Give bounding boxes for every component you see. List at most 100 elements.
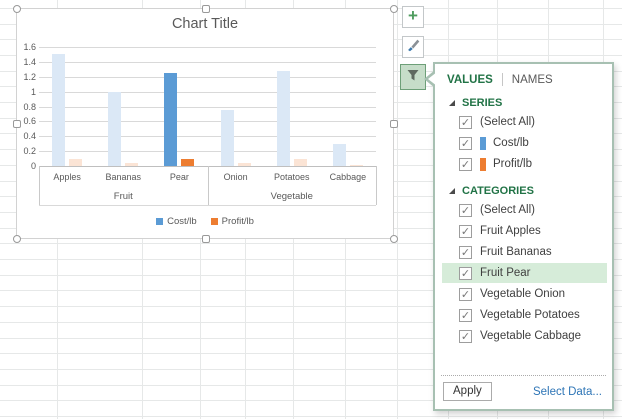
checkbox-fruit-bananas[interactable]: ✓ (459, 245, 472, 259)
filter-item-select-all[interactable]: ✓ (Select All) (442, 112, 607, 132)
category-label: Bananas (105, 172, 142, 182)
category-label: Onion (223, 172, 248, 182)
series-section-header[interactable]: SERIES (449, 97, 612, 109)
grid-row-line (0, 416, 622, 417)
filter-item-label: (Select All) (480, 116, 535, 128)
filter-item-vegetable-onion[interactable]: ✓ Vegetable Onion (442, 284, 607, 304)
chart-gridline (39, 47, 376, 48)
plot-area: 0 0.2 0.4 0.6 0.8 1 1.2 1.4 1.6 Apples Bananas Pear… (17, 9, 393, 238)
chart-area[interactable]: Chart Title 0 0.2 0.4 0.6 0.8 1 1.2 1.4 1.6 Apple… (16, 8, 394, 239)
y-axis-tick-label: 1.4 (23, 56, 36, 67)
checkbox-select-all[interactable]: ✓ (459, 203, 472, 217)
bar-costlb-pear[interactable] (164, 73, 178, 166)
bar-costlb-bananas[interactable] (108, 91, 122, 166)
checkbox-profit-lb[interactable]: ✓ (459, 157, 472, 171)
filter-item-label: Fruit Bananas (480, 246, 552, 258)
chart-gridline (39, 61, 376, 63)
filter-item-select-all[interactable]: ✓ (Select All) (442, 200, 607, 220)
filter-item-label: Profit/lb (493, 158, 532, 170)
grid-column-line (397, 0, 398, 419)
checkbox-select-all[interactable]: ✓ (459, 115, 472, 129)
apply-button[interactable]: Apply (443, 382, 492, 401)
y-axis-tick-label: 0.8 (23, 101, 36, 112)
resize-handle[interactable] (390, 5, 398, 13)
filter-panel-tabs: VALUES NAMES (447, 73, 612, 86)
chart-gridline (39, 136, 376, 138)
filter-item-fruit-bananas[interactable]: ✓ Fruit Bananas (442, 242, 607, 262)
category-label: Apples (53, 172, 81, 182)
bar-profitlb-apples[interactable] (69, 158, 83, 166)
chart-filters-button[interactable] (400, 64, 426, 90)
legend-swatch-icon (156, 218, 164, 225)
resize-handle[interactable] (201, 5, 210, 13)
checkbox-cost-lb[interactable]: ✓ (459, 136, 472, 150)
y-axis-tick-label: 0.2 (23, 146, 36, 157)
filter-item-profit-lb[interactable]: ✓ Profit/lb (442, 154, 607, 174)
chart-gridline (39, 91, 376, 93)
filter-item-label: Fruit Pear (480, 267, 531, 279)
chart-gridline (39, 106, 376, 108)
y-axis-tick-label: 1.2 (23, 71, 36, 82)
series-color-swatch (480, 157, 486, 171)
legend-entry-costlb[interactable]: Cost/lb (156, 216, 197, 227)
filter-item-cost-lb[interactable]: ✓ Cost/lb (442, 133, 607, 153)
y-axis-tick-label: 0 (30, 161, 36, 171)
chart-gridline (39, 121, 376, 123)
legend-entry-profitlb[interactable]: Profit/lb (210, 216, 254, 227)
bar-costlb-onion[interactable] (220, 110, 234, 166)
chart-gridline (39, 76, 376, 78)
collapse-triangle-icon (449, 100, 455, 106)
bar-profitlb-potatoes[interactable] (293, 158, 307, 166)
bar-costlb-cabbage[interactable] (332, 143, 346, 166)
collapse-triangle-icon (449, 188, 455, 194)
checkbox-vegetable-cabbage[interactable]: ✓ (459, 329, 472, 343)
legend-label: Cost/lb (167, 216, 197, 227)
resize-handle[interactable] (390, 235, 398, 243)
resize-handle[interactable] (13, 235, 21, 243)
resize-handle[interactable] (13, 120, 21, 128)
y-axis-tick-label: 1 (30, 86, 36, 97)
filter-item-label: Cost/lb (493, 137, 529, 149)
resize-handle[interactable] (13, 5, 21, 13)
series-items: ✓ (Select All) ✓ Cost/lb ✓ Profit/lb (435, 112, 612, 174)
chart-styles-button[interactable] (402, 36, 424, 58)
filter-item-fruit-pear[interactable]: ✓ Fruit Pear (442, 263, 607, 283)
category-items: ✓ (Select All) ✓ Fruit Apples ✓ Fruit Bananas… (435, 200, 612, 346)
filter-item-fruit-apples[interactable]: ✓ Fruit Apples (442, 221, 607, 241)
axis-group-divider (39, 166, 40, 205)
tab-names[interactable]: NAMES (512, 74, 553, 86)
category-group-label: Vegetable (270, 191, 313, 202)
funnel-icon (405, 67, 421, 88)
y-axis-tick-label: 0.4 (23, 131, 36, 142)
checkbox-vegetable-onion[interactable]: ✓ (459, 287, 472, 301)
axis-group-divider (207, 166, 209, 205)
select-data-link[interactable]: Select Data... (533, 386, 602, 398)
category-label: Potatoes (274, 172, 310, 182)
plus-icon: + (408, 6, 418, 25)
category-group-label: Fruit (113, 191, 133, 202)
bar-costlb-apples[interactable] (52, 54, 66, 166)
bar-costlb-potatoes[interactable] (276, 70, 290, 166)
categories-section-header[interactable]: CATEGORIES (449, 185, 612, 197)
paintbrush-icon (406, 37, 421, 57)
resize-handle[interactable] (201, 235, 210, 243)
filter-item-vegetable-potatoes[interactable]: ✓ Vegetable Potatoes (442, 305, 607, 325)
resize-handle[interactable] (390, 120, 398, 128)
filter-item-label: (Select All) (480, 204, 535, 216)
bar-profitlb-pear[interactable] (181, 159, 195, 166)
filter-panel-footer: Apply Select Data... (441, 375, 606, 409)
chart-gridline (39, 151, 376, 153)
tab-separator (501, 73, 503, 86)
checkbox-fruit-pear[interactable]: ✓ (459, 266, 472, 280)
chart-elements-button[interactable]: + (402, 6, 424, 28)
category-label: Pear (169, 172, 189, 182)
excel-window: Chart Title 0 0.2 0.4 0.6 0.8 1 1.2 1.4 1.6 Apple… (0, 0, 622, 419)
filter-item-label: Fruit Apples (480, 225, 541, 237)
tab-values[interactable]: VALUES (447, 74, 493, 86)
chart-filters-panel: VALUES NAMES SERIES ✓ (Select All) ✓ Cost/l… (424, 62, 614, 411)
checkbox-fruit-apples[interactable]: ✓ (459, 224, 472, 238)
filter-item-vegetable-cabbage[interactable]: ✓ Vegetable Cabbage (442, 326, 607, 346)
filter-item-label: Vegetable Onion (480, 288, 566, 300)
legend-label: Profit/lb (221, 216, 254, 227)
checkbox-vegetable-potatoes[interactable]: ✓ (459, 308, 472, 322)
